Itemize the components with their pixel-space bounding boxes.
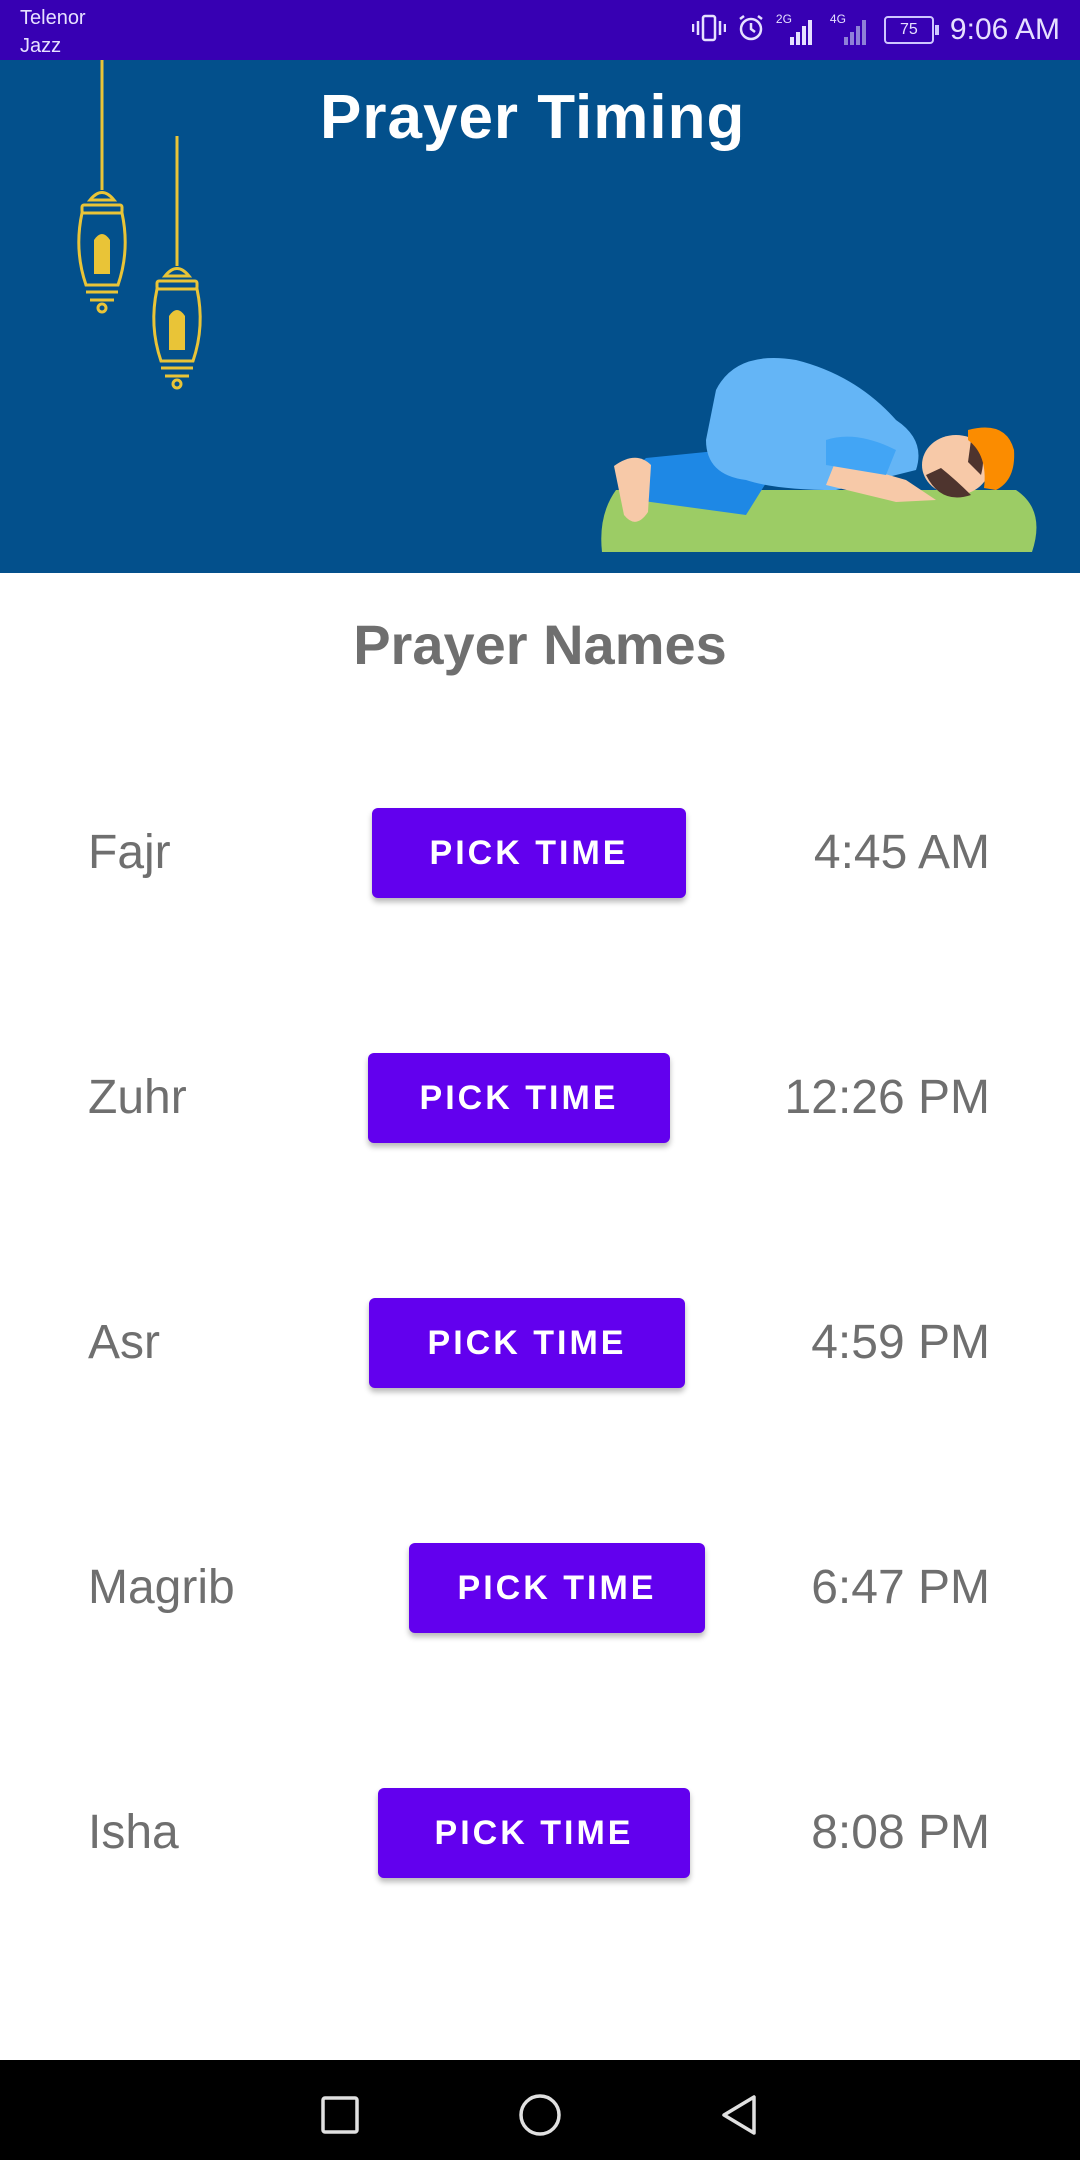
navigation-bar bbox=[0, 2060, 1080, 2160]
alarm-icon bbox=[736, 13, 766, 48]
prayer-name: Magrib bbox=[88, 1561, 235, 1614]
prayer-time: 12:26 PM bbox=[784, 1071, 990, 1124]
status-bar: Telenor Jazz 2G 4G 75 9:06 AM bbox=[0, 0, 1080, 60]
carrier-name: Telenor Jazz bbox=[20, 4, 86, 60]
pick-time-button-zuhr[interactable]: PICK TIME bbox=[368, 1053, 670, 1143]
prayer-row-asr: Asr PICK TIME 4:59 PM bbox=[0, 1298, 1080, 1388]
back-triangle-icon[interactable] bbox=[710, 2085, 770, 2145]
prayer-time: 4:45 AM bbox=[813, 826, 990, 879]
status-time: 9:06 AM bbox=[949, 13, 1060, 46]
section-title: Prayer Names bbox=[353, 613, 727, 676]
prayer-name: Isha bbox=[88, 1806, 179, 1859]
prayer-row-fajr: Fajr PICK TIME 4:45 AM bbox=[0, 808, 1080, 898]
prayer-row-zuhr: Zuhr PICK TIME 12:26 PM bbox=[0, 1053, 1080, 1143]
pick-time-button-magrib[interactable]: PICK TIME bbox=[409, 1543, 705, 1633]
battery-icon: 75 bbox=[883, 16, 939, 44]
pick-time-button-asr[interactable]: PICK TIME bbox=[369, 1298, 685, 1388]
prayer-row-magrib: Magrib PICK TIME 6:47 PM bbox=[0, 1543, 1080, 1633]
header-title: Prayer Timing bbox=[320, 83, 746, 152]
prayer-time: 4:59 PM bbox=[811, 1316, 990, 1369]
carrier-line-2: Jazz bbox=[20, 35, 62, 57]
prayer-name: Fajr bbox=[88, 826, 171, 879]
prayer-row-isha: Isha PICK TIME 8:08 PM bbox=[0, 1788, 1080, 1878]
pick-time-button-fajr[interactable]: PICK TIME bbox=[372, 808, 686, 898]
vibrate-icon bbox=[691, 13, 727, 48]
praying-man-illustration bbox=[601, 358, 1037, 552]
home-circle-icon[interactable] bbox=[510, 2085, 570, 2145]
prayer-time: 8:08 PM bbox=[811, 1806, 990, 1859]
recents-square-icon[interactable] bbox=[310, 2085, 370, 2145]
signal-icon-4g: 4G bbox=[830, 13, 874, 47]
lantern-icon bbox=[77, 60, 202, 390]
carrier-line-1: Telenor bbox=[20, 7, 86, 29]
signal-icon-2g: 2G bbox=[776, 13, 820, 47]
prayer-name: Asr bbox=[88, 1316, 160, 1369]
prayer-time: 6:47 PM bbox=[811, 1561, 990, 1614]
pick-time-button-isha[interactable]: PICK TIME bbox=[378, 1788, 690, 1878]
status-icons: 2G 4G 75 9:06 AM bbox=[691, 0, 1060, 60]
prayer-name: Zuhr bbox=[88, 1071, 187, 1124]
header-banner: Prayer Timing bbox=[0, 60, 1080, 573]
